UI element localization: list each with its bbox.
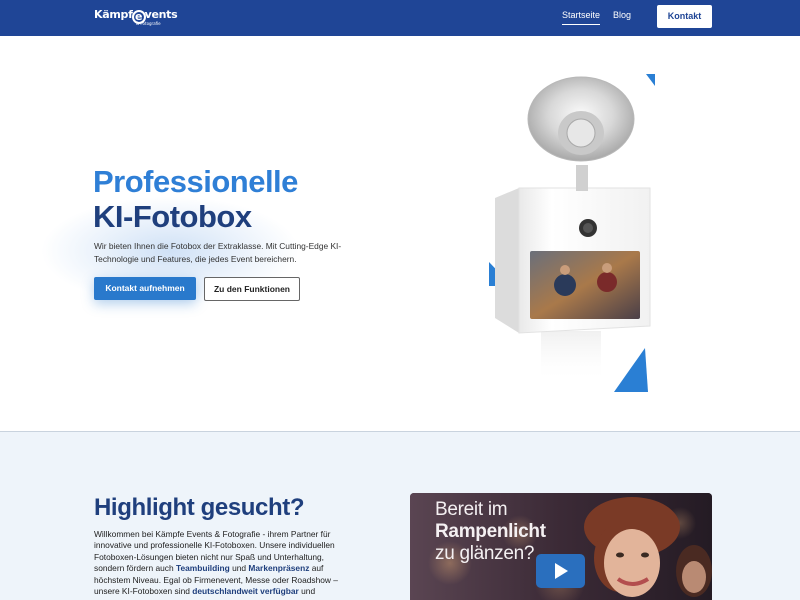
video-player[interactable]: Bereit im Rampenlicht zu glänzen? bbox=[410, 493, 712, 600]
logo-subtitle: & Fotografie bbox=[136, 21, 161, 26]
highlight-body-text-2: und bbox=[229, 563, 249, 574]
highlight-body: Willkommen bei Kämpfe Events & Fotografi… bbox=[94, 529, 349, 597]
hero-title-line1: Professionelle bbox=[93, 164, 298, 199]
highlight-body-text-4: und bbox=[298, 586, 316, 597]
contact-cta-button[interactable]: Kontakt aufnehmen bbox=[94, 277, 196, 300]
features-button[interactable]: Zu den Funktionen bbox=[204, 277, 300, 301]
video-text-line2: Rampenlicht bbox=[435, 521, 546, 542]
highlight-heading: Highlight gesucht? bbox=[94, 494, 305, 521]
nav-contact-button[interactable]: Kontakt bbox=[657, 5, 712, 28]
highlight-body-bold-2: Markenpräsenz bbox=[248, 563, 310, 574]
highlight-body-bold-3: deutschlandweit verfügbar bbox=[192, 586, 299, 597]
hero-description: Wir bieten Ihnen die Fotobox der Extrakl… bbox=[94, 241, 342, 264]
nav-link-startseite[interactable]: Startseite bbox=[562, 10, 601, 25]
logo-text-a: Kämpf bbox=[94, 8, 133, 21]
site-logo[interactable]: Kämpf e vents & Fotografie bbox=[94, 8, 178, 26]
video-text-line1: Bereit im bbox=[435, 499, 508, 520]
video-text-line3: zu glänzen? bbox=[435, 543, 535, 564]
logo-text-b: vents bbox=[144, 8, 178, 21]
play-button[interactable] bbox=[536, 554, 585, 588]
video-overlay-text: Bereit im Rampenlicht zu glänzen? bbox=[435, 499, 546, 565]
highlight-body-bold-1: Teambuilding bbox=[175, 563, 230, 574]
top-navigation: Kämpf e vents & Fotografie Startseite Blog… bbox=[0, 0, 800, 36]
hero-title-line2: KI-Fotobox bbox=[93, 199, 252, 234]
nav-link-blog[interactable]: Blog bbox=[613, 10, 631, 20]
play-icon bbox=[555, 563, 568, 579]
